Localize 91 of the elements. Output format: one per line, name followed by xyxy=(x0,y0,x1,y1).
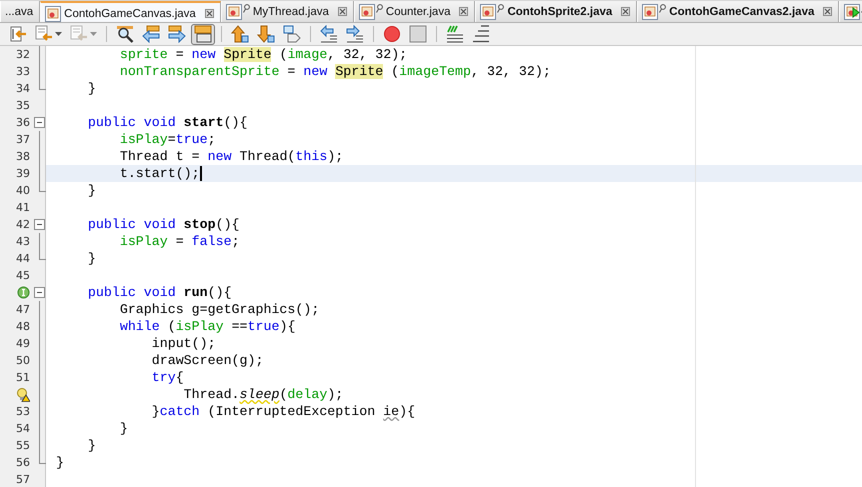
close-icon[interactable] xyxy=(204,9,214,18)
stop-icon xyxy=(409,25,427,43)
editor-tab[interactable]: ContohGameCanvas2.java xyxy=(637,1,840,22)
line-number: 39 xyxy=(16,167,30,180)
editor-tab[interactable]: ...ava xyxy=(0,1,40,22)
arrow-down-icon xyxy=(257,25,275,43)
code-line: } xyxy=(86,183,96,198)
code-line: isPlay = false; xyxy=(118,234,240,249)
implements-icon[interactable] xyxy=(17,286,30,299)
java-file-icon xyxy=(642,4,658,20)
fold-toggle[interactable] xyxy=(34,287,45,298)
text-caret xyxy=(200,166,202,181)
line-number: 32 xyxy=(16,48,30,61)
code-line: input(); xyxy=(150,336,216,351)
close-icon[interactable] xyxy=(338,7,347,16)
code-line: while (isPlay ==true){ xyxy=(118,319,296,334)
line-number: 34 xyxy=(16,82,30,95)
line-number: 45 xyxy=(16,269,30,282)
line-number: 56 xyxy=(16,456,30,469)
code-line: try{ xyxy=(150,370,184,385)
close-icon[interactable] xyxy=(621,7,630,16)
close-icon[interactable] xyxy=(823,7,832,16)
line-number: 42 xyxy=(16,218,30,231)
line-number: 48 xyxy=(16,320,30,333)
code-line: sprite = new Sprite (image, 32, 32); xyxy=(118,47,408,62)
key-badge-icon xyxy=(659,4,666,13)
code-line: Graphics g=getGraphics(); xyxy=(118,302,320,317)
caret-icon xyxy=(55,32,62,36)
line-number: 50 xyxy=(16,354,30,367)
page-arrow-icon xyxy=(9,25,27,43)
code-line: } xyxy=(86,251,96,266)
arrow-up-icon xyxy=(231,25,249,43)
code-line: } xyxy=(56,455,64,470)
code-line: t.start(); xyxy=(118,166,200,181)
uncomment-icon xyxy=(472,25,490,43)
line-number: 38 xyxy=(16,150,30,163)
code-line: } xyxy=(118,421,128,436)
code-line: isPlay=true; xyxy=(118,132,216,147)
arrow-left-icon xyxy=(142,25,160,43)
code-line: Thread.sleep(delay); xyxy=(182,387,344,402)
code-line: public void run(){ xyxy=(86,285,232,300)
code-line: Thread t = new Thread(this); xyxy=(118,149,344,164)
line-number: 57 xyxy=(16,473,30,486)
close-icon[interactable] xyxy=(459,7,468,16)
code-line: }catch (InterruptedException ie){ xyxy=(150,404,416,419)
comment-icon xyxy=(446,25,464,43)
line-number: 54 xyxy=(16,422,30,435)
line-number: 37 xyxy=(16,133,30,146)
editor-tab[interactable]: MyThread.java xyxy=(220,1,354,22)
line-number: 40 xyxy=(16,184,30,197)
line-number: 41 xyxy=(16,201,30,214)
line-number: 53 xyxy=(16,405,30,418)
code-line: } xyxy=(86,438,96,453)
java-file-icon xyxy=(358,4,375,20)
java-file-icon xyxy=(844,4,860,20)
code-line: public void stop(){ xyxy=(86,217,240,232)
line-number: 33 xyxy=(16,65,30,78)
fold-toggle[interactable] xyxy=(34,219,45,230)
fold-toggle[interactable] xyxy=(34,117,45,128)
forward-icon xyxy=(70,25,88,43)
search-icon xyxy=(116,25,134,43)
code-line: drawScreen(g); xyxy=(150,353,264,368)
line-number: 51 xyxy=(16,371,30,384)
editor-tab[interactable]: ContohSprite2.java xyxy=(475,1,638,22)
key-badge-icon xyxy=(242,4,250,13)
line-number: 47 xyxy=(16,303,30,316)
back-icon xyxy=(35,25,53,43)
line-number: 35 xyxy=(16,99,30,112)
line-number: 44 xyxy=(16,252,30,265)
key-badge-icon xyxy=(497,4,504,13)
shift-right-icon xyxy=(346,25,364,43)
shift-left-icon xyxy=(320,25,338,43)
line-number: 55 xyxy=(16,439,30,452)
warning-bulb-icon[interactable] xyxy=(16,388,30,402)
toolbar-button[interactable] xyxy=(191,24,215,44)
key-badge-icon xyxy=(376,4,383,13)
java-file-icon xyxy=(226,4,242,20)
code-line: public void start(){ xyxy=(86,115,248,130)
record-icon xyxy=(383,25,401,43)
line-number: 43 xyxy=(16,235,30,248)
code-line: } xyxy=(86,81,96,96)
java-file-icon xyxy=(480,4,496,20)
code-line: nonTransparentSprite = new Sprite (imageTemp, 32, 32); xyxy=(118,64,551,79)
line-number: 36 xyxy=(16,116,30,129)
editor-tab[interactable]: Counter.java xyxy=(354,1,476,22)
caret-icon xyxy=(90,32,97,36)
editor-tab[interactable] xyxy=(839,1,862,22)
java-file-icon xyxy=(45,6,62,22)
editor-tab[interactable]: ContohGameCanvas.java xyxy=(40,1,221,22)
arrow-right-icon xyxy=(168,25,186,43)
line-number: 49 xyxy=(16,337,30,350)
